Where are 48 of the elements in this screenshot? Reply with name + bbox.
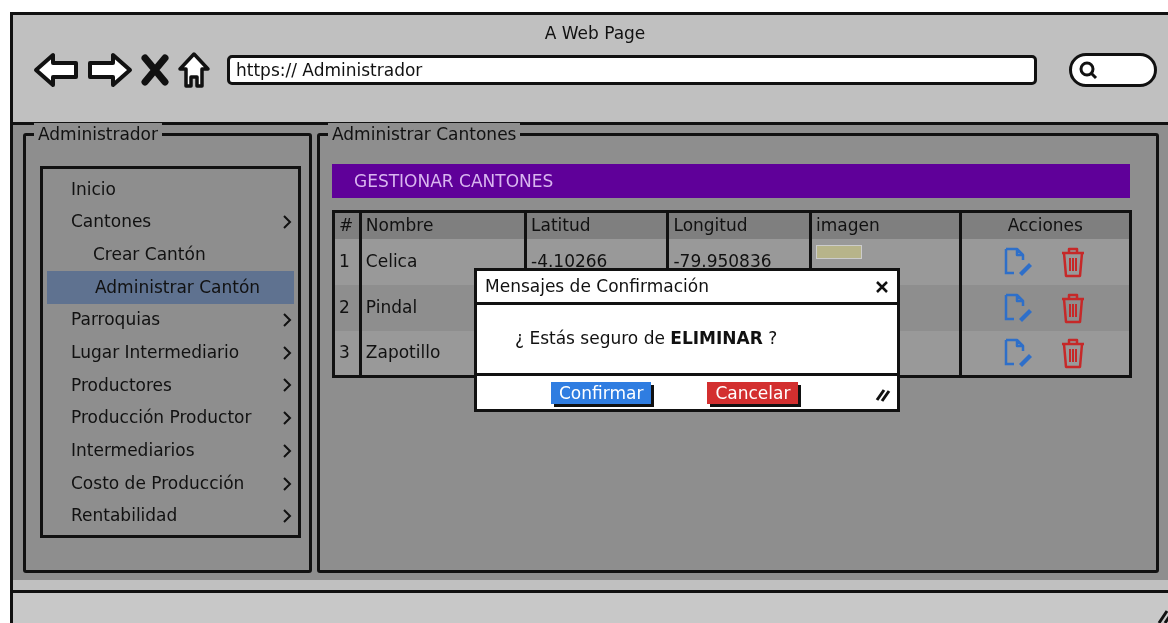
table-cell: 1 [339, 250, 350, 271]
chevron-icon [282, 214, 292, 231]
menu-item[interactable]: Inicio [45, 173, 298, 206]
menu-item[interactable]: Administrar Cantón [47, 271, 294, 304]
dialog-title: Mensajes de Confirmación [485, 274, 709, 298]
chevron-icon [282, 475, 292, 492]
menu-item[interactable]: Cantones [45, 205, 298, 239]
menu-item[interactable]: Rentabilidad [45, 499, 298, 533]
menu-item[interactable]: Productores [45, 369, 298, 402]
column-header: Nombre [360, 211, 526, 239]
menu-item[interactable]: Lugar Intermediario [45, 336, 298, 370]
table-cell: 3 [339, 342, 350, 362]
close-icon[interactable] [875, 279, 889, 294]
section-header: GESTIONAR CANTONES [332, 164, 1130, 198]
column-header: imagen [810, 211, 961, 239]
dialog-message: ¿ Estás seguro de ELIMINAR ? [515, 327, 778, 351]
chevron-icon [282, 377, 292, 394]
forward-icon[interactable] [87, 51, 133, 88]
search-icon [1078, 59, 1098, 80]
menu-item[interactable]: Parroquias [45, 303, 298, 337]
menu-item[interactable]: Producción Productor [45, 401, 298, 435]
table-cell: Zapotillo [365, 342, 441, 362]
menu-item[interactable]: Intermediarios [45, 434, 298, 468]
menu-item[interactable]: Crear Cantón [45, 238, 298, 272]
menu-item[interactable]: Costo de Producción [45, 467, 298, 500]
column-header: Acciones [960, 211, 1131, 239]
chevron-icon [282, 508, 292, 525]
image-thumbnail [815, 244, 862, 259]
url-field[interactable]: https:// Administrador [227, 54, 1037, 85]
table-cell: -4.10266 [531, 250, 608, 271]
confirm-button[interactable]: Confirmar [551, 381, 652, 404]
table-cell: Pindal [365, 296, 418, 317]
chevron-icon [282, 410, 292, 427]
chevron-icon [282, 442, 292, 459]
column-header: Latitud [525, 211, 668, 239]
close-icon[interactable] [141, 53, 169, 86]
chevron-icon [282, 312, 292, 329]
chevron-icon [282, 344, 292, 361]
column-header: # [333, 211, 361, 239]
table-cell: 2 [339, 296, 350, 317]
home-icon[interactable] [177, 50, 211, 89]
column-header: Longitud [667, 211, 811, 239]
back-icon[interactable] [33, 51, 79, 88]
table-cell: -79.950836 [673, 250, 772, 271]
search-field[interactable] [1069, 52, 1157, 87]
table-cell: Celica [365, 250, 418, 271]
window-title: A Web Page [543, 22, 647, 45]
cancel-button[interactable]: Cancelar [707, 381, 799, 404]
